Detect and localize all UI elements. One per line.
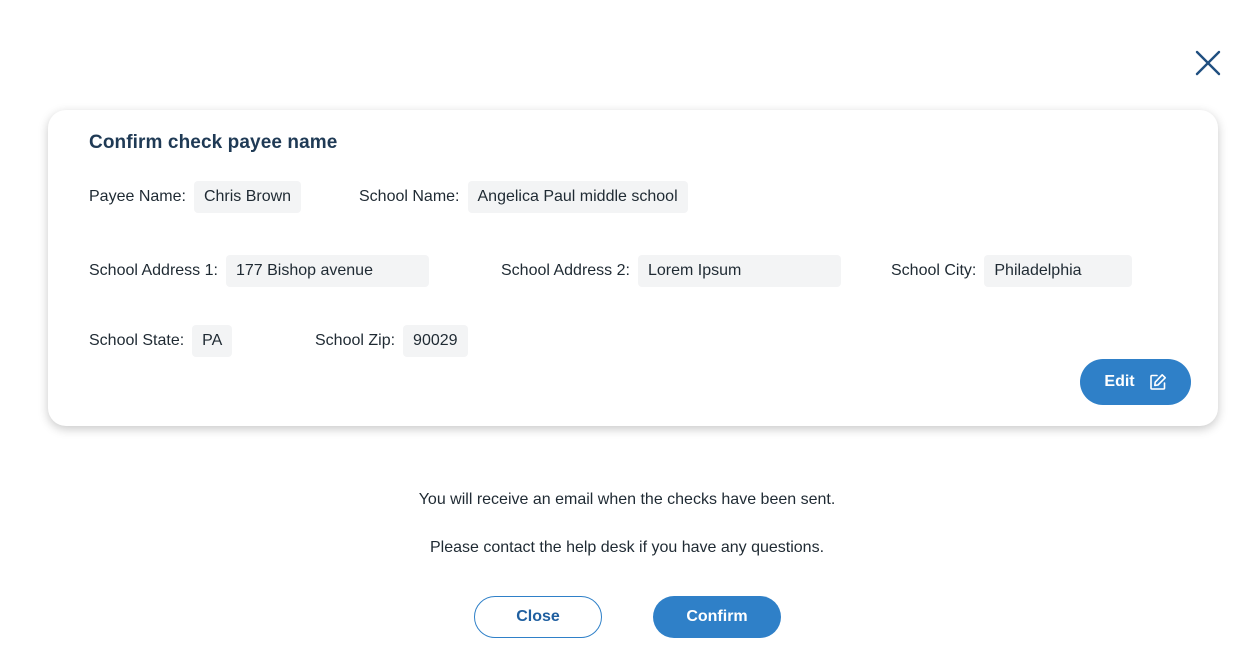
payee-name-field: Payee Name: Chris Brown [89, 181, 302, 213]
school-zip-value: 90029 [403, 325, 468, 357]
school-address-2-label: School Address 2: [501, 262, 630, 279]
school-address-2-field: School Address 2: Lorem Ipsum [501, 255, 841, 287]
edit-button[interactable]: Edit [1080, 359, 1191, 405]
close-button[interactable]: Close [474, 596, 602, 638]
school-city-value: Philadelphia [984, 255, 1133, 287]
email-notice-text: You will receive an email when the check… [418, 491, 836, 508]
school-state-field: School State: PA [89, 325, 233, 357]
school-address-1-value: 177 Bishop avenue [225, 255, 429, 287]
school-name-field: School Name: Angelica Paul middle school [359, 181, 688, 213]
school-zip-field: School Zip: 90029 [315, 325, 468, 357]
payee-details-card: Confirm check payee name Payee Name: Chr… [48, 110, 1218, 426]
confirm-payee-dialog: Confirm check payee name Payee Name: Chr… [0, 0, 1254, 662]
school-address-1-label: School Address 1: [89, 262, 218, 279]
school-city-label: School City: [891, 262, 977, 279]
card-title: Confirm check payee name [89, 132, 338, 153]
close-icon[interactable] [1193, 48, 1223, 78]
edit-icon [1149, 373, 1167, 391]
payee-name-value: Chris Brown [193, 181, 302, 213]
payee-name-label: Payee Name: [89, 188, 186, 205]
school-name-value: Angelica Paul middle school [467, 181, 688, 213]
school-city-field: School City: Philadelphia [891, 255, 1133, 287]
edit-button-label: Edit [1104, 373, 1135, 390]
school-state-label: School State: [89, 332, 185, 349]
school-address-1-field: School Address 1: 177 Bishop avenue [89, 255, 429, 287]
help-desk-text: Please contact the help desk if you have… [429, 539, 825, 556]
school-zip-label: School Zip: [315, 332, 396, 349]
confirm-button[interactable]: Confirm [653, 596, 781, 638]
school-address-2-value: Lorem Ipsum [637, 255, 841, 287]
school-name-label: School Name: [359, 188, 460, 205]
school-state-value: PA [192, 325, 233, 357]
